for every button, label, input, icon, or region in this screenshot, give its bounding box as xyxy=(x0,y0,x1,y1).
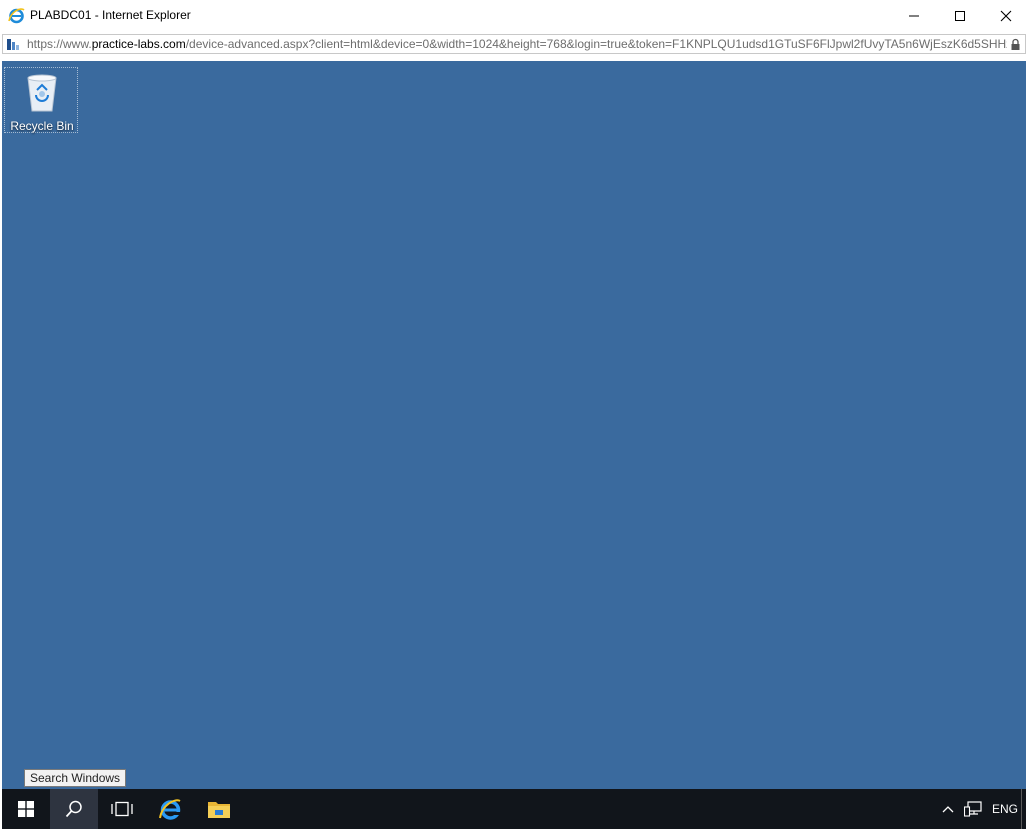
url-host: practice-labs.com xyxy=(91,37,186,51)
window-title-bar: PLABDC01 - Internet Explorer xyxy=(0,0,1030,31)
internet-explorer-icon xyxy=(159,799,181,820)
network-button[interactable] xyxy=(961,789,985,829)
remote-desktop[interactable]: Recycle Bin Search Windows xyxy=(2,61,1026,789)
file-explorer-icon xyxy=(208,802,230,818)
maximize-button[interactable] xyxy=(937,0,983,31)
taskbar-internet-explorer[interactable] xyxy=(146,789,194,829)
network-icon xyxy=(964,801,982,817)
language-indicator[interactable]: ENG xyxy=(988,789,1022,829)
taskbar: ENG xyxy=(2,789,1026,829)
recycle-bin-icon xyxy=(27,74,57,112)
url-prefix: https://www. xyxy=(27,37,92,51)
show-desktop-button[interactable] xyxy=(1021,789,1026,829)
url-field[interactable]: https://www.practice-labs.com/device-adv… xyxy=(27,37,1007,53)
taskbar-file-explorer[interactable] xyxy=(195,789,243,829)
search-button[interactable] xyxy=(50,789,98,829)
search-tooltip: Search Windows xyxy=(24,769,127,787)
close-button[interactable] xyxy=(983,0,1029,31)
search-icon xyxy=(65,800,82,818)
ie-icon xyxy=(8,8,25,24)
close-icon xyxy=(1000,10,1012,21)
lock-icon[interactable] xyxy=(1010,38,1021,51)
maximize-icon xyxy=(955,10,965,21)
minimize-icon xyxy=(909,15,919,16)
desktop-icon-recycle-bin[interactable]: Recycle Bin xyxy=(4,67,78,133)
start-button[interactable] xyxy=(2,789,50,829)
window-frame-bottom xyxy=(0,829,1030,833)
windows-start-icon xyxy=(18,801,34,817)
url-path: /device-advanced.aspx?client=html&device… xyxy=(185,37,1007,51)
show-hidden-icons-button[interactable] xyxy=(936,789,960,829)
address-bar[interactable]: https://www.practice-labs.com/device-adv… xyxy=(2,34,1026,54)
minimize-button[interactable] xyxy=(891,0,937,31)
site-icon xyxy=(7,39,19,50)
task-view-icon xyxy=(111,801,133,817)
chevron-up-icon xyxy=(942,806,954,813)
recycle-bin-label: Recycle Bin xyxy=(10,119,74,133)
task-view-button[interactable] xyxy=(98,789,146,829)
window-title: PLABDC01 - Internet Explorer xyxy=(30,8,191,22)
